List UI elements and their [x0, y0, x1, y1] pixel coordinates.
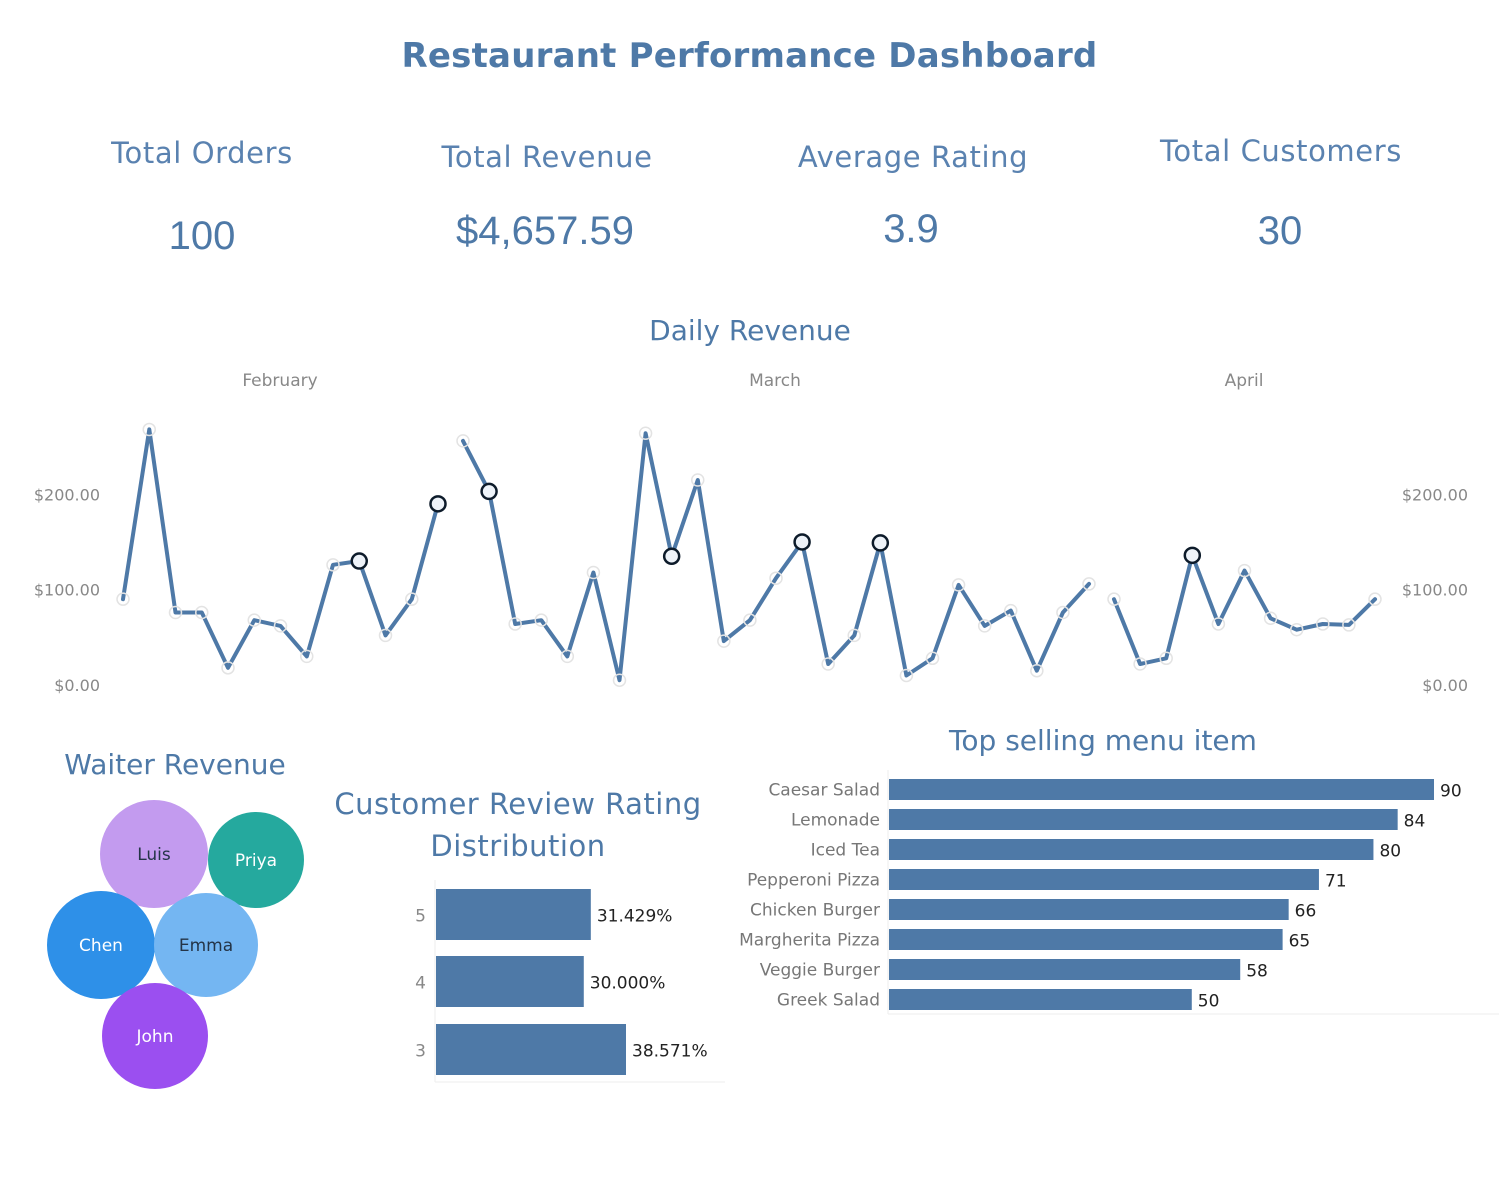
- menu-item-value: 90: [1440, 782, 1462, 802]
- highlighted-point: [429, 495, 447, 513]
- rating-bar: [436, 889, 591, 940]
- menu-item-label: Veggie Burger: [760, 961, 880, 981]
- waiter-label-chen: Chen: [79, 936, 123, 956]
- menu-item-value: 80: [1379, 842, 1401, 862]
- kpi-total-customers-value: 30: [1257, 209, 1303, 253]
- menu-item-value: 58: [1246, 962, 1268, 982]
- menu-item-bar: [889, 779, 1434, 800]
- highlighted-point: [350, 552, 368, 570]
- menu-item-label: Caesar Salad: [768, 781, 880, 801]
- menu-item-label: Iced Tea: [811, 841, 880, 861]
- rating-distribution-title-line1: Customer Review Rating: [334, 787, 702, 821]
- rating-category-label: 3: [415, 1042, 426, 1062]
- menu-item-label: Margherita Pizza: [739, 931, 880, 951]
- rating-bar: [436, 956, 584, 1007]
- rating-bar: [436, 1024, 626, 1075]
- menu-item-label: Pepperoni Pizza: [747, 871, 880, 891]
- menu-item-label: Greek Salad: [777, 991, 880, 1011]
- dashboard-title: Restaurant Performance Dashboard: [401, 36, 1098, 76]
- revenue-line-march: [461, 431, 1091, 683]
- rating-category-label: 5: [415, 907, 426, 927]
- highlighted-point: [1183, 546, 1202, 565]
- waiter-revenue-chart: Luis Priya Chen Emma John: [47, 800, 304, 1089]
- kpi-total-revenue-label: Total Revenue: [441, 140, 653, 174]
- waiter-label-john: John: [136, 1027, 174, 1047]
- top-selling-title: Top selling menu item: [949, 724, 1257, 757]
- menu-item-value: 84: [1404, 812, 1426, 832]
- kpi-average-rating-label: Average Rating: [797, 140, 1029, 174]
- menu-item-bar: [889, 809, 1398, 830]
- menu-item-value: 71: [1325, 872, 1347, 892]
- revenue-line-april: [1112, 553, 1377, 666]
- y-tick-label-right: $100.00: [1402, 581, 1468, 600]
- kpi-average-rating-value: 3.9: [883, 207, 939, 251]
- y-tick-label-right: $200.00: [1402, 485, 1468, 504]
- y-tick-label-left: $200.00: [34, 485, 100, 504]
- rating-value-label: 30.000%: [590, 974, 666, 994]
- menu-item-value: 65: [1289, 932, 1311, 952]
- rating-distribution-chart: 5 31.429% 4 30.000% 3 38.571%: [415, 880, 725, 1083]
- menu-item-bar: [889, 929, 1283, 950]
- month-header-april: April: [1225, 371, 1264, 391]
- highlighted-point: [480, 482, 498, 501]
- kpi-total-orders-label: Total Orders: [111, 136, 293, 170]
- menu-item-label: Lemonade: [791, 811, 880, 831]
- waiter-label-priya: Priya: [235, 851, 277, 871]
- month-header-february: February: [242, 371, 317, 391]
- kpi-total-orders-value: 100: [168, 214, 236, 258]
- menu-item-bar: [889, 899, 1289, 920]
- menu-item-value: 66: [1295, 902, 1317, 922]
- y-tick-label-left: $100.00: [34, 581, 100, 600]
- waiter-revenue-title: Waiter Revenue: [64, 748, 286, 781]
- rating-category-label: 4: [415, 974, 426, 994]
- rating-value-label: 38.571%: [632, 1042, 708, 1062]
- menu-item-bar: [889, 839, 1374, 860]
- kpi-total-revenue-value: $4,657.59: [456, 209, 634, 253]
- menu-item-bar: [889, 989, 1192, 1010]
- highlighted-point: [793, 533, 811, 551]
- rating-value-label: 31.429%: [597, 907, 673, 927]
- waiter-label-luis: Luis: [137, 845, 171, 865]
- highlighted-point: [871, 534, 890, 552]
- y-tick-label-right: $0.00: [1422, 676, 1468, 695]
- y-tick-label-left: $0.00: [54, 676, 100, 695]
- kpi-total-customers-label: Total Customers: [1160, 134, 1402, 168]
- menu-item-value: 50: [1198, 992, 1220, 1012]
- top-selling-chart: Caesar Salad 90 Lemonade 84 Iced Tea 80 Pepper…: [739, 770, 1499, 1015]
- waiter-label-emma: Emma: [179, 936, 233, 956]
- daily-revenue-chart: $0.00 $0.00 $100.00 $100.00 $200.00 $200.00 Fe…: [34, 371, 1468, 695]
- daily-revenue-title: Daily Revenue: [649, 314, 851, 347]
- menu-item-bar: [889, 959, 1241, 980]
- highlighted-point: [662, 547, 681, 566]
- month-header-march: March: [749, 371, 801, 391]
- rating-distribution-title-line2: Distribution: [430, 829, 606, 863]
- menu-item-bar: [889, 869, 1319, 890]
- menu-item-label: Chicken Burger: [750, 901, 880, 921]
